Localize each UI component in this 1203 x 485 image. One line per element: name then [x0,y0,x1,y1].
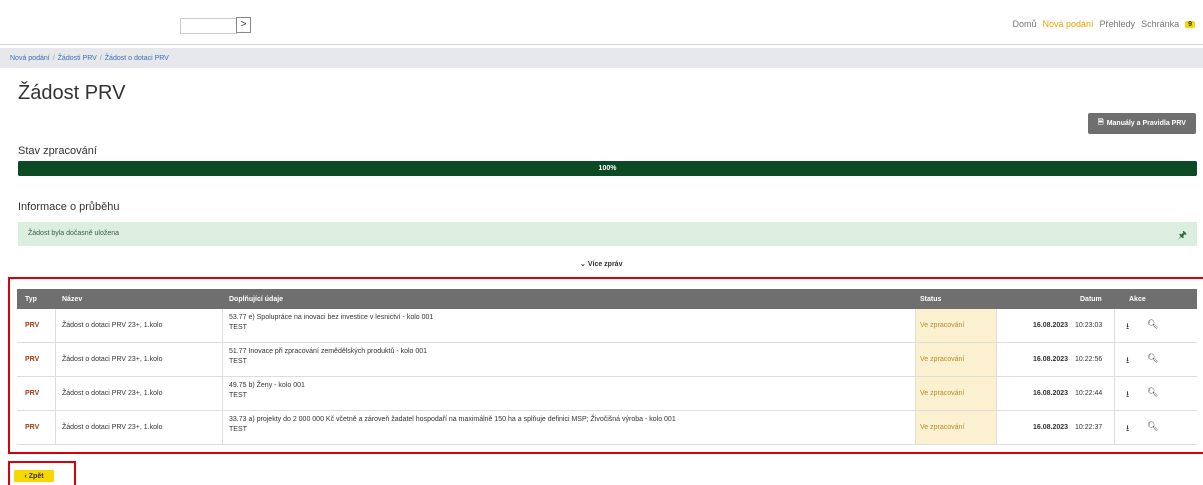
row-status: Ve zpracování [920,322,965,329]
more-messages-link[interactable]: ⌄ Více zpráv [580,260,622,268]
row-name: Žádost o dotaci PRV 23+, 1.kolo [62,424,163,431]
back-button-label: Zpět [28,472,44,480]
breadcrumb-bar [0,48,1203,68]
row-name: Žádost o dotaci PRV 23+, 1.kolo [62,322,163,329]
header-status: Status [920,296,942,303]
table-row: PRV Žádost o dotaci PRV 23+, 1.kolo 49.7… [17,377,1197,411]
search-icon[interactable]: 🔍︎ [1147,387,1158,398]
row-date: 16.08.2023 [1033,356,1069,363]
breadcrumb-item[interactable]: Nová podání [10,55,50,62]
table-header: Typ Název Doplňující údaje Status Datum … [17,289,1197,309]
progress-label: 100% [598,165,617,172]
breadcrumb: Nová podání / Žádosti PRV / Žádost o dotaci … [10,55,169,62]
nav-new-submissions-link[interactable]: Nová podání [1042,19,1093,29]
header-details: Doplňující údaje [229,296,284,303]
header-date: Datum [1080,296,1102,303]
row-detail-note: TEST [229,426,247,433]
progress-bar: 100% [18,161,1197,176]
manuals-button[interactable]: 🗎 Manuály a Pravidla PRV [1088,113,1196,134]
more-messages-label: Více zpráv [587,261,623,268]
chevron-right-icon[interactable]: > [236,17,251,33]
row-name: Žádost o dotaci PRV 23+, 1.kolo [62,356,163,363]
nav-home-link[interactable]: Domů [1012,19,1036,29]
row-type: PRV [25,356,40,363]
manuals-button-label: Manuály a Pravidla PRV [1106,120,1186,127]
progress-heading: Stav zpracování [18,145,97,157]
table-row: PRV Žádost o dotaci PRV 23+, 1.kolo 53.7… [17,309,1197,343]
nav-inbox-link[interactable]: Schránka [1141,19,1179,29]
document-icon: 🗎 [1098,119,1104,126]
row-time: 10:22:44 [1075,390,1103,397]
table-row: PRV Žádost o dotaci PRV 23+, 1.kolo 33.7… [17,411,1197,445]
info-heading: Informace o průběhu [18,201,120,213]
chevron-down-icon: ⌄ [580,261,586,268]
search-icon[interactable]: 🔍︎ [1147,353,1158,364]
row-detail-note: TEST [229,358,247,365]
top-nav: Domů Nová podání Přehledy Schránka 9 [1012,19,1195,29]
row-time: 10:22:56 [1075,356,1103,363]
download-icon[interactable]: ⭳ [1126,421,1129,437]
breadcrumb-item[interactable]: Žádost o dotaci PRV [105,55,169,62]
row-date: 16.08.2023 [1033,322,1069,329]
download-icon[interactable]: ⭳ [1126,319,1129,335]
row-date: 16.08.2023 [1033,424,1069,431]
row-status: Ve zpracování [920,356,965,363]
row-detail-note: TEST [229,392,247,399]
row-time: 10:23:03 [1075,322,1103,329]
row-type: PRV [25,424,40,431]
table-row: PRV Žádost o dotaci PRV 23+, 1.kolo 51.7… [17,343,1197,377]
download-icon[interactable]: ⭳ [1126,387,1129,403]
pin-icon[interactable]: 🖈 [1178,228,1187,245]
breadcrumb-item[interactable]: Žádosti PRV [58,55,97,62]
header-name: Název [62,296,83,303]
row-detail: 33.73 a) projekty do 2 000 000 Kč včetně… [229,416,676,423]
page-title: Žádost PRV [18,82,126,104]
top-bar: > Domů Nová podání Přehledy Schránka 9 [0,0,1203,45]
row-status: Ve zpracování [920,424,965,431]
row-detail: 49.75 b) Ženy - kolo 001 [229,382,305,389]
row-date: 16.08.2023 [1033,390,1069,397]
inbox-badge: 9 [1185,20,1195,28]
header-actions: Akce [1129,296,1146,303]
search-icon[interactable]: 🔍︎ [1147,319,1158,330]
row-name: Žádost o dotaci PRV 23+, 1.kolo [62,390,163,397]
row-type: PRV [25,390,40,397]
row-status: Ve zpracování [920,390,965,397]
row-detail: 51.77 Inovace při zpracování zemědělskýc… [229,348,428,355]
header-type: Typ [25,296,37,303]
nav-overviews-link[interactable]: Přehledy [1100,19,1136,29]
back-button[interactable]: ‹ Zpět [14,470,54,482]
download-icon[interactable]: ⭳ [1126,353,1129,369]
row-time: 10:22:37 [1075,424,1103,431]
info-alert: Žádost byla dočasně uložena 🖈 [18,222,1197,246]
row-detail-note: TEST [229,324,247,331]
row-type: PRV [25,322,40,329]
chevron-left-icon: ‹ [24,472,27,480]
search-input[interactable] [180,18,237,34]
search-icon[interactable]: 🔍︎ [1147,421,1158,432]
row-detail: 53.77 e) Spolupráce na inovaci bez inves… [229,314,434,321]
info-message: Žádost byla dočasně uložena [28,230,120,237]
